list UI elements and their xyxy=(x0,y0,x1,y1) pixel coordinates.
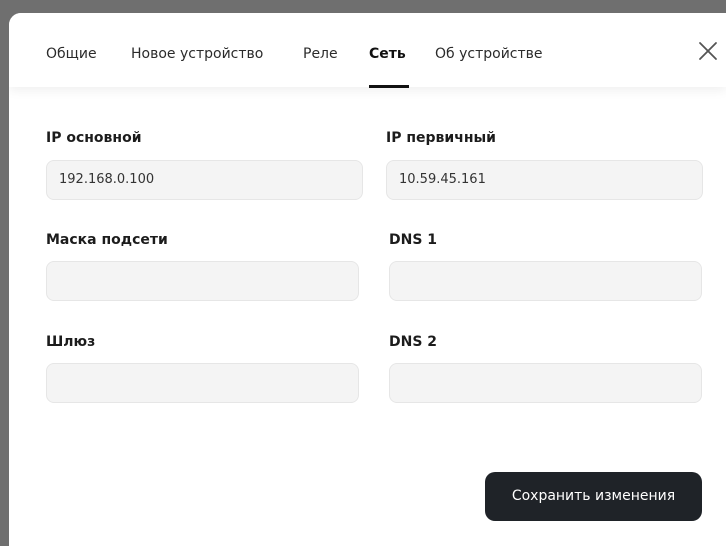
gateway-label: Шлюз xyxy=(46,334,96,350)
close-icon xyxy=(699,42,717,60)
close-button[interactable] xyxy=(696,39,720,63)
ip-primary-input[interactable]: 10.59.45.161 xyxy=(386,160,703,200)
tab-network[interactable]: Сеть xyxy=(369,45,406,63)
save-changes-button[interactable]: Сохранить изменения xyxy=(485,472,702,521)
dns2-label: DNS 2 xyxy=(389,334,438,350)
tab-about-device[interactable]: Об устройстве xyxy=(435,45,543,63)
ip-main-input[interactable]: 192.168.0.100 xyxy=(46,160,363,200)
tab-general[interactable]: Общие xyxy=(46,45,97,63)
ip-main-label: IP основной xyxy=(46,130,142,146)
gateway-input[interactable] xyxy=(46,363,359,403)
tab-new-device[interactable]: Новое устройство xyxy=(131,45,263,63)
network-settings-dialog: Общие Новое устройство Реле Сеть Об устр… xyxy=(9,13,726,546)
active-tab-indicator xyxy=(369,85,409,88)
subnet-mask-input[interactable] xyxy=(46,261,359,301)
tab-relay[interactable]: Реле xyxy=(303,45,338,63)
subnet-mask-label: Маска подсети xyxy=(46,232,168,248)
dns1-input[interactable] xyxy=(389,261,702,301)
ip-primary-label: IP первичный xyxy=(386,130,496,146)
dns2-input[interactable] xyxy=(389,363,702,403)
tabs-bar: Общие Новое устройство Реле Сеть Об устр… xyxy=(9,13,726,88)
dns1-label: DNS 1 xyxy=(389,232,438,248)
